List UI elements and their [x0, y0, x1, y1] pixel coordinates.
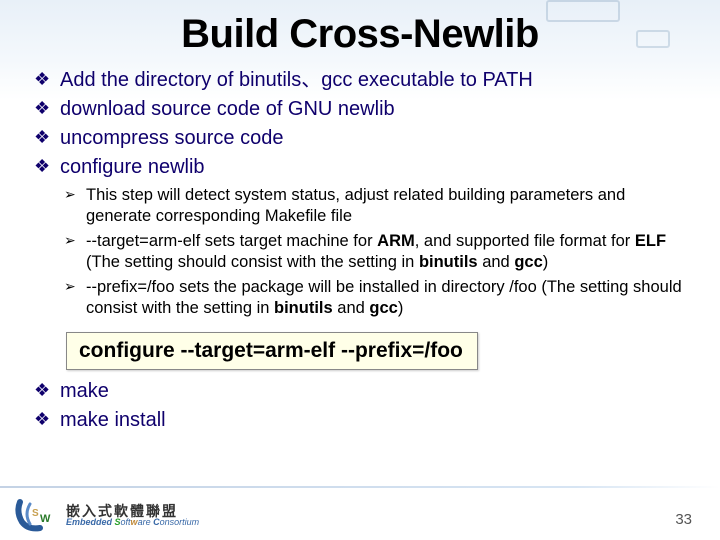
text: and [333, 299, 370, 317]
list-item: Add the directory of binutils、gcc execut… [34, 67, 690, 94]
bullet-list-top: Add the directory of binutils、gcc execut… [30, 67, 690, 181]
command-box: configure --target=arm-elf --prefix=/foo [66, 332, 478, 370]
bullet-list-bottom: make make install [30, 378, 690, 434]
list-item: download source code of GNU newlib [34, 96, 690, 123]
logo-text: 嵌入式軟體聯盟 Embedded Software Consortium [66, 504, 199, 527]
list-item: uncompress source code [34, 125, 690, 152]
list-item: configure newlib [34, 154, 690, 181]
bold-text: binutils [419, 253, 478, 271]
text: , and supported file format for [415, 232, 635, 250]
text: and [478, 253, 515, 271]
logo-icon: S W [14, 498, 58, 532]
slide-footer: S W 嵌入式軟體聯盟 Embedded Software Consortium… [14, 498, 706, 532]
bold-text: ELF [635, 232, 666, 250]
text: Embedded [66, 517, 115, 527]
page-number: 33 [675, 511, 706, 532]
bold-text: binutils [274, 299, 333, 317]
text: are [138, 517, 154, 527]
text: ) [398, 299, 404, 317]
footer-divider [0, 486, 720, 488]
list-item: --prefix=/foo sets the package will be i… [64, 277, 690, 320]
list-item: This step will detect system status, adj… [64, 185, 690, 228]
list-item: make [34, 378, 690, 405]
text: w [131, 517, 138, 527]
slide-title: Build Cross-Newlib [30, 12, 690, 57]
sub-bullet-list: This step will detect system status, adj… [30, 185, 690, 320]
text: onsortium [160, 517, 200, 527]
bold-text: gcc [369, 299, 397, 317]
footer-logo: S W 嵌入式軟體聯盟 Embedded Software Consortium [14, 498, 199, 532]
text: ) [543, 253, 549, 271]
text: oft [121, 517, 131, 527]
logo-en-text: Embedded Software Consortium [66, 518, 199, 527]
logo-cn-text: 嵌入式軟體聯盟 [66, 504, 199, 518]
svg-text:S: S [32, 508, 39, 519]
svg-text:W: W [40, 513, 51, 525]
slide-content: Build Cross-Newlib Add the directory of … [0, 0, 720, 434]
list-item: --target=arm-elf sets target machine for… [64, 231, 690, 274]
bold-text: ARM [377, 232, 415, 250]
text: (The setting should consist with the set… [86, 253, 419, 271]
text: --target=arm-elf sets target machine for [86, 232, 377, 250]
bold-text: gcc [514, 253, 542, 271]
list-item: make install [34, 407, 690, 434]
